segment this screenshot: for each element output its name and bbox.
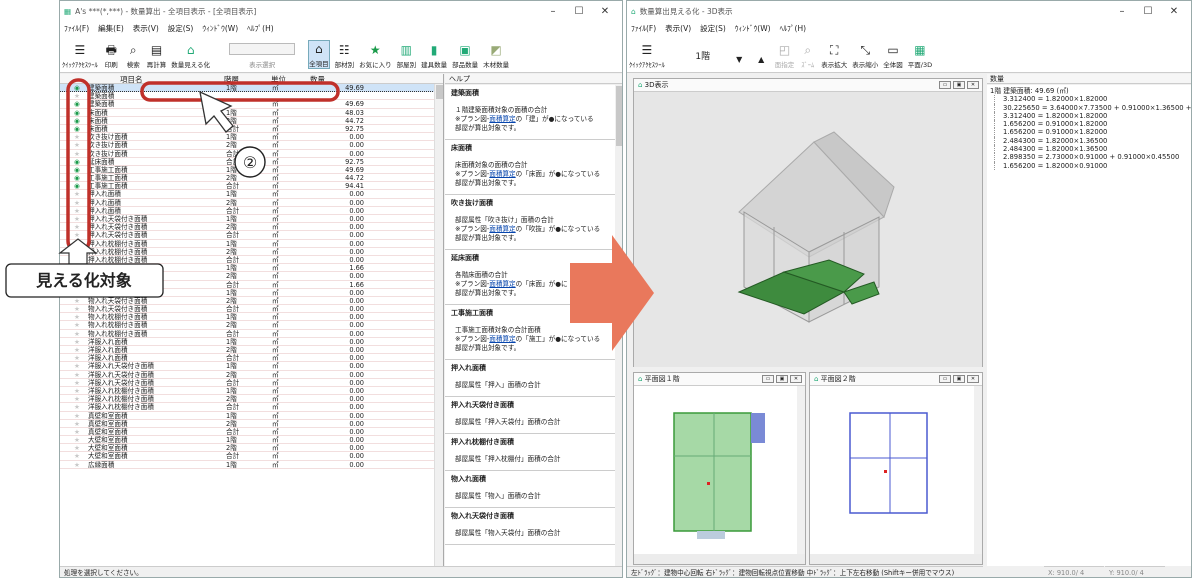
menu-item[interactable]: ﾍﾙﾌﾟ(H)	[780, 23, 807, 34]
floor-up-button[interactable]: ▲	[753, 52, 770, 69]
plan-2f-title-bar: ⌂ 平面図２階 ▭ ▣ ✕	[810, 373, 982, 386]
pane-3d-title-bar: ⌂ 3D表示 ▭ ▣ ✕	[634, 79, 982, 92]
annotation-label: 見える化対象	[35, 271, 132, 290]
minimize-button-right[interactable]: –	[1109, 6, 1135, 17]
plan-3d-icon: ▦	[914, 42, 926, 57]
pane-3d[interactable]: ⌂ 3D表示 ▭ ▣ ✕	[633, 78, 983, 367]
floor-down-button[interactable]: ▼	[731, 52, 748, 69]
menu-item[interactable]: ﾌｧｲﾙ(F)	[631, 23, 656, 34]
house-icon: ⌂	[814, 375, 821, 383]
zoom-icon: ⌕	[804, 42, 812, 57]
right-toolbar: ☰ ｸｲｯｸｱｸｾｽﾂｰﾙ 1階 ▼ ▲ ◰ 面指定 ⌕ ｽﾞｰﾑ ⛶ 表示拡大 ⤡ 表示…	[627, 36, 1191, 73]
plan-1f-pane[interactable]: ⌂ 平面図１階 ▭ ▣ ✕	[633, 372, 806, 565]
plan-1f-title-bar: ⌂ 平面図１階 ▭ ▣ ✕	[634, 373, 805, 386]
3d-building-view[interactable]	[634, 92, 982, 367]
menu-item[interactable]: 設定(S)	[700, 23, 726, 34]
right-window: ⌂ 数量算出見える化 - 3D表示 – ☐ ✕ ﾌｧｲﾙ(F) 表示(V) 設定(S…	[626, 0, 1192, 578]
close-button-right[interactable]: ✕	[1161, 6, 1187, 17]
house-icon: ⌂	[638, 81, 645, 89]
triangle-down-icon: ▼	[736, 54, 743, 64]
menu-item[interactable]: 表示(V)	[665, 23, 691, 34]
step-badge: ②	[243, 153, 257, 172]
right-status-bar: 左ﾄﾞﾗｯｸﾞ：建物中心回転 右ﾄﾞﾗｯｸﾞ：建物回転視点位置移動 中ﾄﾞﾗｯｸ…	[627, 566, 983, 577]
quick-access-button-right[interactable]: ☰ ｸｲｯｸｱｸｾｽﾂｰﾙ	[629, 42, 665, 70]
app-icon-3d: ⌂	[631, 6, 636, 16]
cursor-arrow-icon	[199, 90, 234, 133]
plan-2f-drawing	[810, 386, 982, 554]
whole-view-button[interactable]: ▭ 全体図	[883, 42, 903, 70]
annotation-row-highlight	[140, 81, 340, 102]
enlarge-icon: ⛶	[830, 42, 839, 57]
plan-1f-drawing	[634, 386, 805, 554]
plan-2f-scrollbar[interactable]	[974, 386, 982, 554]
tree-root[interactable]: 1階 建築面積: 49.69 (㎡)	[990, 87, 1191, 95]
menu-item[interactable]: ｳｨﾝﾄﾞｳ(W)	[735, 23, 771, 34]
plan-2f-pane[interactable]: ⌂ 平面図２階 ▭ ▣ ✕	[809, 372, 983, 565]
quantity-panel-header: 数量	[987, 74, 1191, 84]
face-icon: ◰	[778, 42, 791, 57]
tree-item[interactable]: 1.656200 = 0.91000×1.82000	[994, 128, 1191, 137]
floor-selector[interactable]: 1階	[680, 49, 726, 69]
right-title-bar: ⌂ 数量算出見える化 - 3D表示 – ☐ ✕	[627, 1, 1191, 21]
maximize-button-right[interactable]: ☐	[1135, 6, 1161, 17]
tree-item[interactable]: 3.312400 = 1.82000×1.82000	[994, 111, 1191, 121]
tree-item[interactable]: 2.484300 = 1.82000×1.36500	[994, 145, 1191, 154]
tree-item[interactable]: 1.656200 = 1.82000×0.91000	[994, 161, 1191, 170]
face-select-button[interactable]: ◰ 面指定	[775, 42, 795, 70]
house-icon: ⌂	[638, 375, 645, 383]
tree-item[interactable]: 2.484300 = 1.82000×1.36500	[994, 136, 1191, 146]
coord-x-readout: X: 910.0/ 4	[1044, 566, 1104, 577]
right-window-title: 数量算出見える化 - 3D表示	[639, 6, 733, 16]
coord-y-readout: Y: 910.0/ 4	[1105, 566, 1165, 577]
tree-item[interactable]: 30.225650 = 3.64000×7.73500 + 0.91000×1.…	[994, 103, 1191, 112]
plan-3d-button[interactable]: ▦ 平面/3D	[908, 42, 932, 70]
tree-item[interactable]: 3.312400 = 1.82000×1.82000	[994, 95, 1191, 104]
tree-item[interactable]: 1.656200 = 0.91000×1.82000	[994, 120, 1191, 129]
annotation-green-icons-highlight	[66, 78, 91, 253]
right-menu-bar: ﾌｧｲﾙ(F) 表示(V) 設定(S) ｳｨﾝﾄﾞｳ(W) ﾍﾙﾌﾟ(H)	[627, 21, 1191, 36]
pane-minimize[interactable]: ▭	[939, 81, 951, 89]
zoom-button[interactable]: ⌕ ｽﾞｰﾑ	[799, 42, 816, 70]
shrink-icon: ⤡	[860, 42, 871, 57]
shrink-button[interactable]: ⤡ 表示縮小	[852, 42, 878, 70]
quantity-panel: 1階 建築面積: 49.69 (㎡) 3.312400 = 1.82000×1.8…	[987, 85, 1191, 566]
transition-arrow-icon	[570, 235, 654, 351]
whole-view-icon: ▭	[887, 42, 899, 57]
pane-close[interactable]: ✕	[967, 81, 979, 89]
quantity-tree: 1階 建築面積: 49.69 (㎡) 3.312400 = 1.82000×1.8…	[990, 87, 1191, 170]
enlarge-button[interactable]: ⛶ 表示拡大	[821, 42, 847, 70]
plan-1f-scrollbar[interactable]	[797, 386, 805, 554]
pane-restore[interactable]: ▣	[953, 81, 965, 89]
annotation-overlay: ② 見える化対象	[5, 78, 340, 298]
triangle-up-icon: ▲	[758, 54, 765, 64]
menu-icon: ☰	[641, 42, 653, 57]
tree-item[interactable]: 2.898350 = 2.73000×0.91000 + 0.91000×0.4…	[994, 153, 1191, 162]
